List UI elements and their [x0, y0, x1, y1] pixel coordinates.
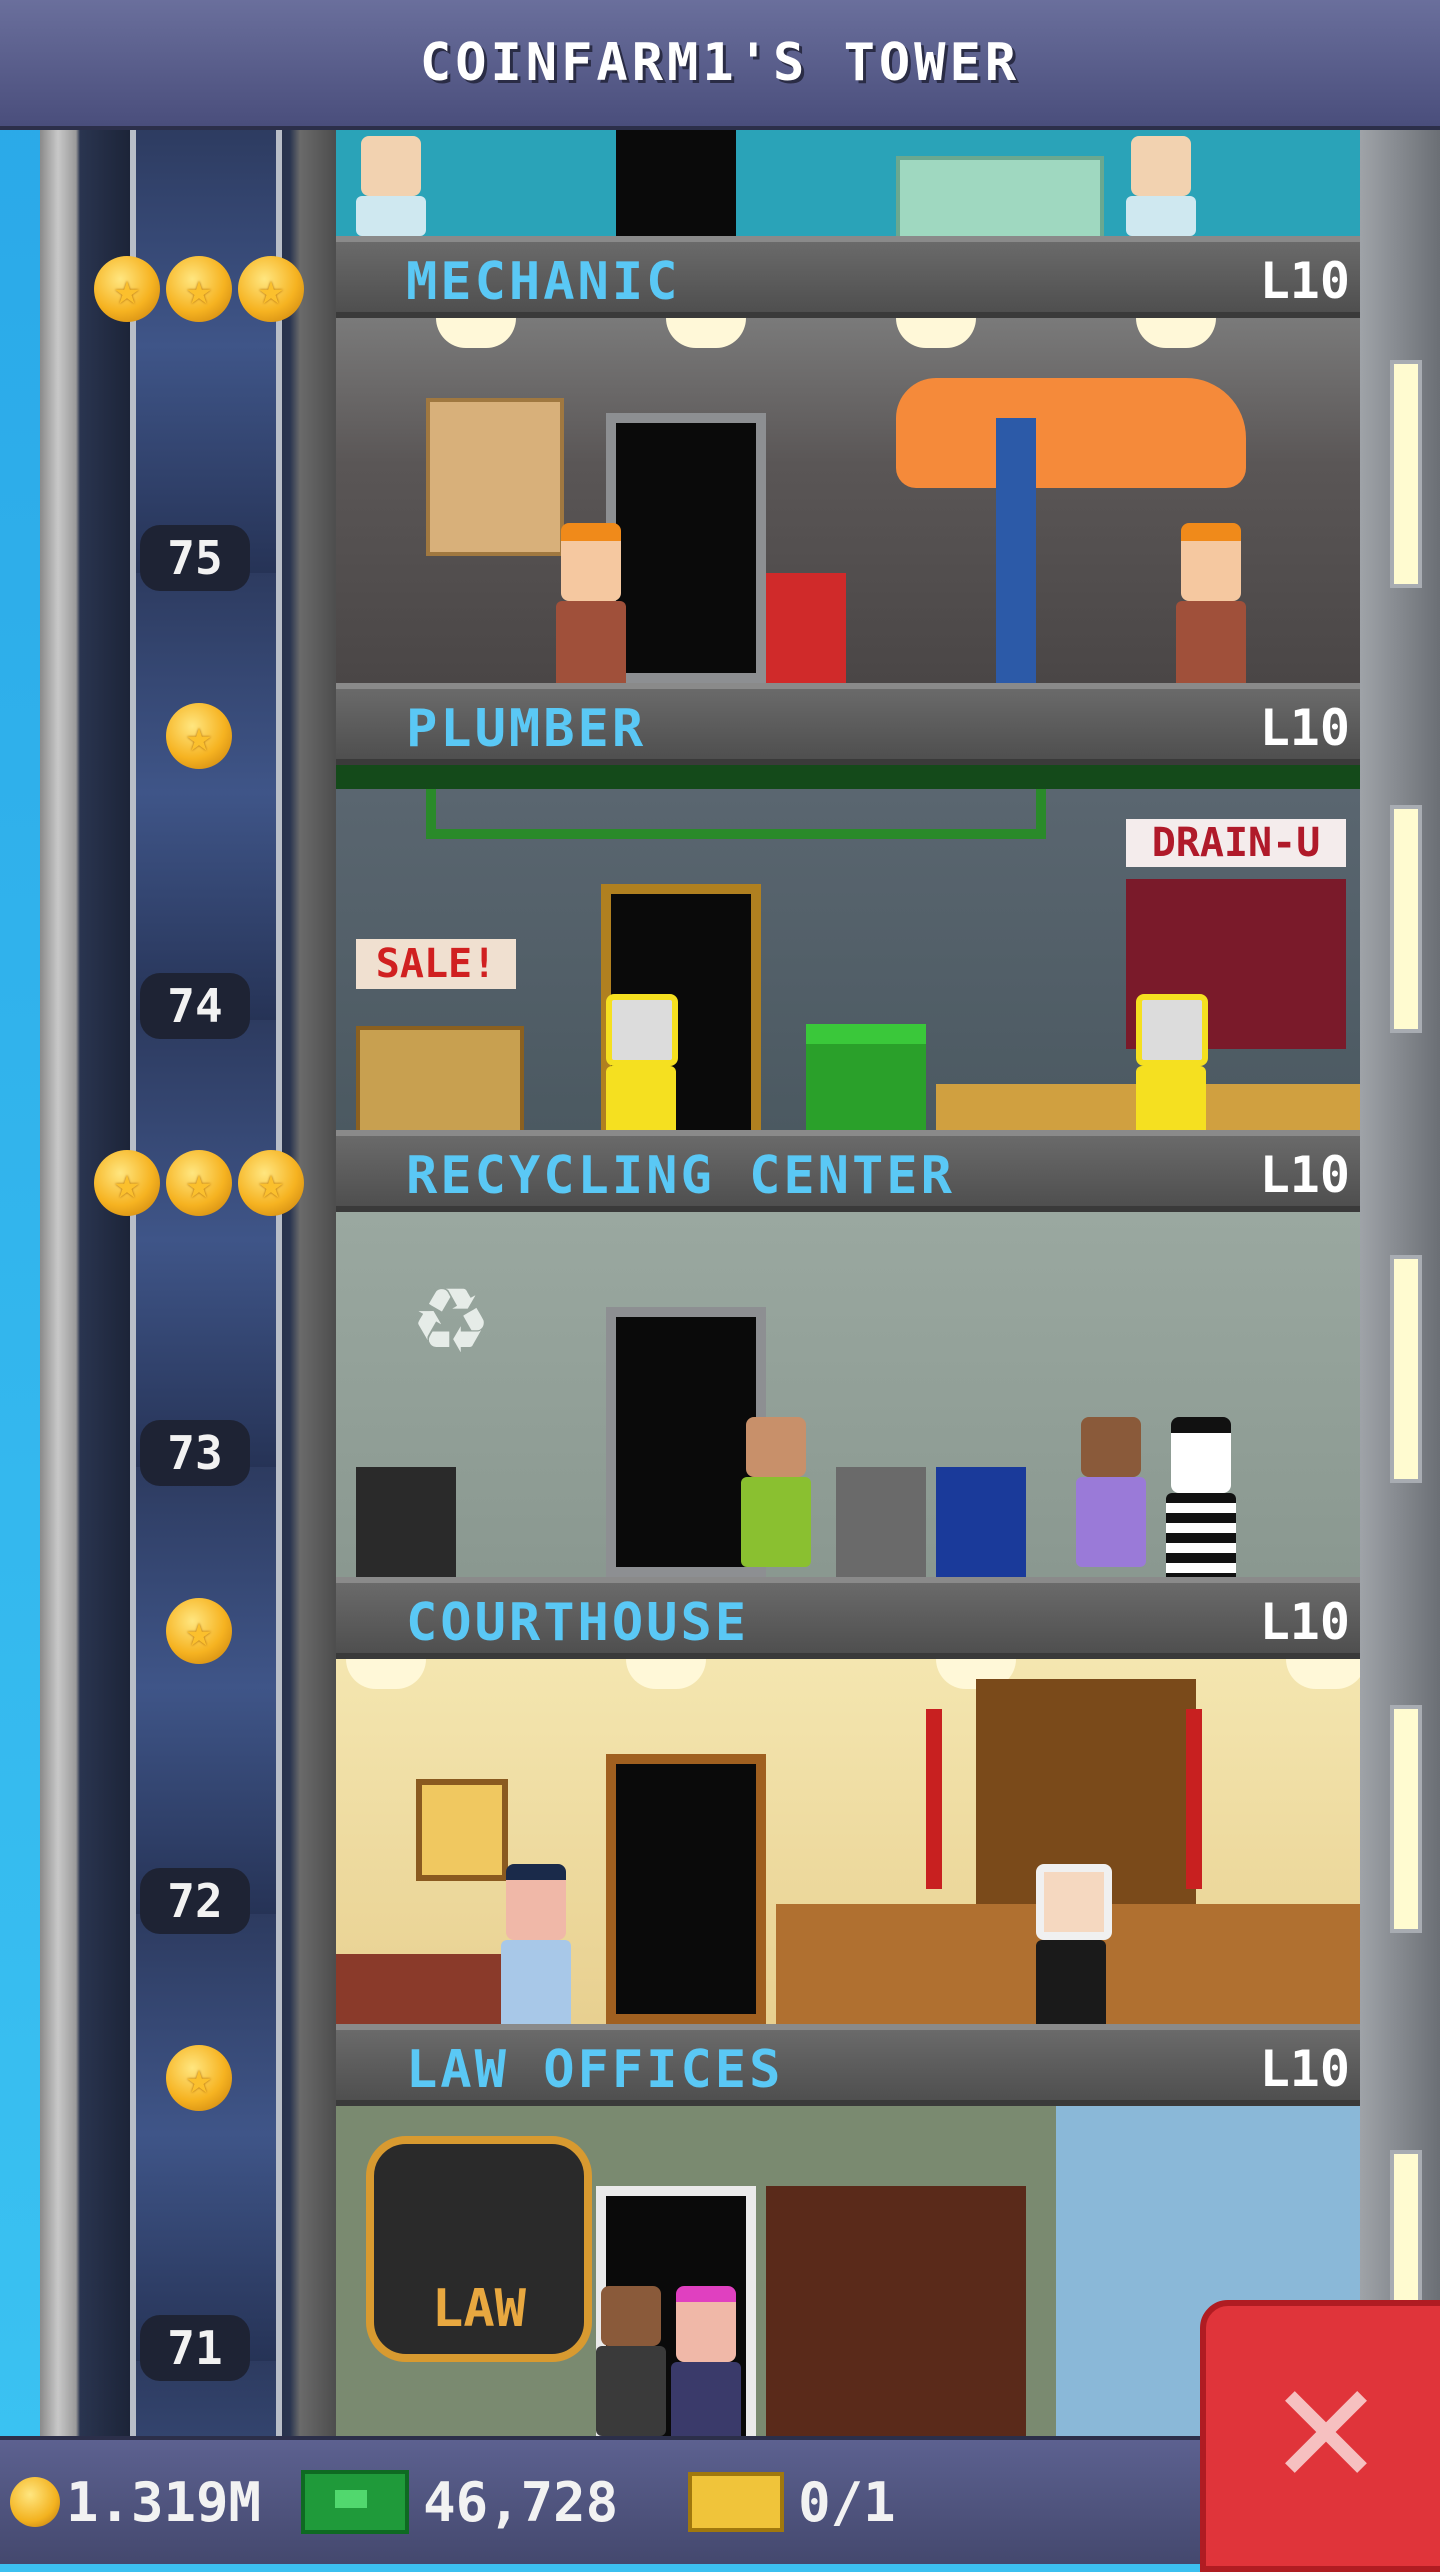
floor-name: LAW OFFICES — [406, 2040, 784, 2100]
star-icon: ★ — [166, 2045, 232, 2111]
floor-banner: COURTHOUSE L10 — [336, 1577, 1360, 1659]
floor-banner: MECHANIC L10 — [336, 236, 1360, 318]
floor-name: PLUMBER — [406, 699, 647, 759]
close-icon: ✕ — [1267, 2354, 1385, 2517]
floor-stars-75: ★ ★ ★ — [94, 256, 304, 326]
recycle-icon: ♻ — [414, 1242, 488, 1381]
floor-level: L10 — [1259, 699, 1350, 757]
floor-recycling-center[interactable]: RECYCLING CENTER L10 ♻ — [336, 1130, 1360, 1577]
floor-courthouse[interactable]: COURTHOUSE L10 — [336, 1577, 1360, 2024]
window — [1390, 1255, 1422, 1483]
floor-level: L10 — [1259, 2040, 1350, 2098]
header-bar: COINFARM1'S TOWER — [0, 0, 1440, 130]
lawyer-worker — [596, 2286, 666, 2436]
floor-number-71: 71 — [140, 2315, 250, 2381]
tower-title: COINFARM1'S TOWER — [419, 33, 1021, 93]
floor-partial-top[interactable] — [336, 126, 1360, 236]
floor-stars-72: ★ — [166, 1598, 232, 1668]
floor-banner: RECYCLING CENTER L10 — [336, 1130, 1360, 1212]
coins-display[interactable]: 1.319M — [10, 2471, 261, 2534]
hazmat-worker — [606, 994, 678, 1130]
green-pipes — [426, 789, 1046, 839]
star-icon: ★ — [166, 1598, 232, 1664]
tickets-display[interactable]: 0/1 — [628, 2471, 896, 2534]
trash-bin — [936, 1467, 1026, 1577]
drain-u-sign: DRAIN-U — [1126, 819, 1346, 867]
sky-background — [0, 0, 40, 2560]
bux-value: 46,728 — [423, 2470, 619, 2534]
star-icon: ★ — [94, 256, 160, 322]
floor-stars-71: ★ — [166, 2045, 232, 2115]
floor-banner: LAW OFFICES L10 — [336, 2024, 1360, 2106]
floor-level: L10 — [1259, 1593, 1350, 1651]
floor-mechanic[interactable]: MECHANIC L10 — [336, 236, 1360, 683]
ticket-icon — [688, 2472, 785, 2532]
judge — [1036, 1864, 1112, 2024]
recycling-worker — [741, 1417, 811, 1567]
floor-stars-73: ★ ★ ★ — [94, 1150, 304, 1220]
worker-figure — [1126, 136, 1196, 236]
floor-banner: PLUMBER L10 — [336, 683, 1360, 765]
car-on-lift — [896, 378, 1246, 488]
window — [1390, 805, 1422, 1033]
coin-icon — [10, 2477, 60, 2527]
star-icon: ★ — [238, 1150, 304, 1216]
tool-pegboard — [426, 398, 564, 556]
star-icon: ★ — [166, 703, 232, 769]
room-door — [606, 1754, 766, 2024]
trash-bin — [356, 1467, 456, 1577]
floor-level: L10 — [1259, 252, 1350, 310]
room-scene: SALE! DRAIN-U — [336, 765, 1360, 1130]
window — [1390, 1705, 1422, 1933]
star-icon: ★ — [238, 256, 304, 322]
flag — [1186, 1709, 1202, 1889]
police-officer — [501, 1864, 571, 2024]
floor-stars-74: ★ — [166, 703, 232, 773]
mime-customer — [1166, 1417, 1236, 1577]
framed-document — [416, 1779, 508, 1881]
mechanic-worker — [556, 523, 626, 683]
bux-display[interactable]: 46,728 — [271, 2470, 618, 2534]
close-button[interactable]: ✕ — [1200, 2300, 1440, 2572]
lawyer-customer — [671, 2286, 741, 2436]
floor-level: L10 — [1259, 1146, 1350, 1204]
floor-plumber[interactable]: PLUMBER L10 SALE! DRAIN-U — [336, 683, 1360, 1130]
sale-sign: SALE! — [356, 939, 516, 989]
room-door — [606, 413, 766, 683]
hazmat-worker — [1136, 994, 1208, 1130]
floor-name: MECHANIC — [406, 252, 681, 312]
window — [1390, 360, 1422, 588]
worker-figure — [356, 136, 426, 236]
floor-number-74: 74 — [140, 973, 250, 1039]
recycling-customer — [1076, 1417, 1146, 1567]
trash-bin — [836, 1467, 926, 1577]
tower-bux-icon — [301, 2470, 410, 2534]
star-icon: ★ — [94, 1150, 160, 1216]
bookshelf — [766, 2186, 1026, 2436]
coins-value: 1.319M — [66, 2470, 262, 2534]
star-icon: ★ — [166, 256, 232, 322]
room-scene — [336, 1659, 1360, 2024]
room-scene: ♻ — [336, 1212, 1360, 1577]
floor-number-75: 75 — [140, 525, 250, 591]
car-lift-post — [996, 418, 1036, 683]
tickets-value: 0/1 — [798, 2470, 896, 2534]
toolbox — [766, 573, 846, 683]
law-sign: LAW — [366, 2136, 592, 2362]
floor-name: COURTHOUSE — [406, 1593, 750, 1653]
mechanic-worker — [1176, 523, 1246, 683]
shelf-boxes — [356, 1026, 524, 1130]
room-scene — [336, 318, 1360, 683]
floor-number-73: 73 — [140, 1420, 250, 1486]
floor-number-72: 72 — [140, 1868, 250, 1934]
gallery-chairs — [336, 1954, 516, 2024]
flag — [926, 1709, 942, 1889]
warp-pipe — [806, 1024, 926, 1130]
floor-name: RECYCLING CENTER — [406, 1146, 955, 1206]
star-icon: ★ — [166, 1150, 232, 1216]
